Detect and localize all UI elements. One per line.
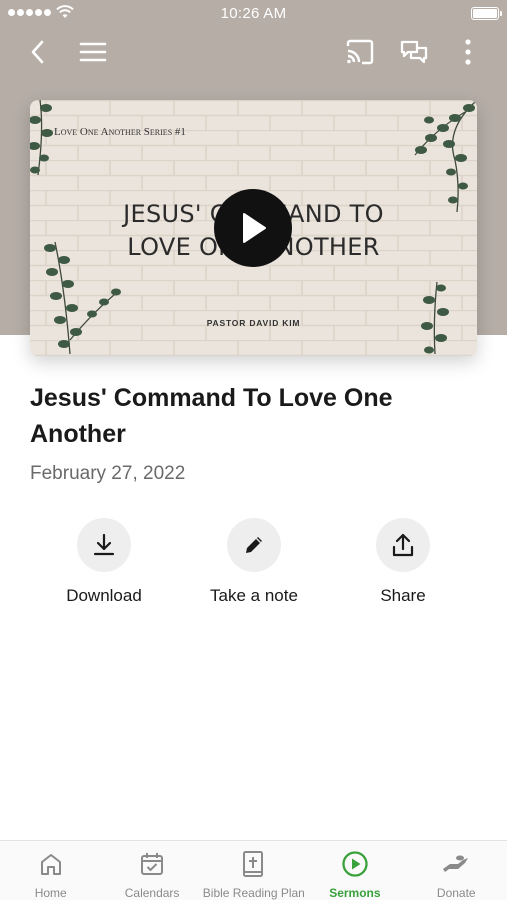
menu-button[interactable] [77, 36, 109, 68]
more-options-button[interactable] [452, 36, 484, 68]
take-note-label: Take a note [210, 586, 298, 605]
more-vertical-icon [465, 39, 471, 65]
eucalyptus-decoration-top-left [30, 100, 53, 176]
video-player[interactable]: Love One Another Series #1 JESUS' COMMAN… [30, 100, 477, 356]
play-circle-icon [342, 851, 368, 877]
tab-bible-reading-plan-label: Bible Reading Plan [202, 886, 305, 900]
tab-donate[interactable]: Donate [406, 841, 507, 900]
battery-icon [471, 7, 502, 20]
home-icon [40, 854, 61, 875]
donate-hand-icon [443, 855, 469, 872]
share-button[interactable]: Share [333, 518, 473, 606]
hamburger-menu-icon [79, 42, 107, 62]
pencil-icon [246, 537, 262, 553]
tab-sermons-label: Sermons [329, 886, 381, 900]
tab-calendars[interactable]: Calendars [101, 841, 202, 900]
tab-home[interactable]: Home [0, 841, 101, 900]
sermon-date: February 27, 2022 [30, 463, 186, 484]
share-label: Share [380, 586, 426, 605]
chat-bubbles-icon [400, 40, 428, 64]
calendar-icon [141, 853, 164, 875]
tab-sermons[interactable]: Sermons [304, 841, 405, 900]
status-bar: 10:26 AM [0, 0, 507, 28]
status-time: 10:26 AM [220, 5, 287, 22]
sermon-title: Jesus' Command To Love One Another [30, 384, 393, 448]
thumbnail-pastor: PASTOR DAVID KIM [206, 318, 301, 328]
cast-icon [346, 39, 374, 65]
download-icon [93, 533, 115, 556]
tab-calendars-label: Calendars [124, 886, 180, 900]
thumbnail-series-label: Love One Another Series #1 [54, 126, 186, 138]
note-icon-circle [227, 518, 281, 572]
back-button[interactable] [22, 36, 54, 68]
bottom-tab-bar: Home Calendars Bible Reading Plan Sermon… [0, 840, 507, 900]
download-button[interactable]: Download [34, 518, 174, 606]
play-button[interactable] [214, 189, 292, 267]
cast-button[interactable] [344, 36, 376, 68]
chevron-left-icon [31, 40, 44, 64]
play-icon [243, 213, 266, 243]
take-note-button[interactable]: Take a note [184, 518, 324, 606]
share-upload-icon [392, 533, 414, 557]
tab-donate-label: Donate [436, 886, 476, 900]
chat-button[interactable] [398, 36, 430, 68]
share-icon-circle [376, 518, 430, 572]
tab-home-label: Home [34, 886, 67, 900]
bible-icon [243, 851, 264, 877]
download-icon-circle [77, 518, 131, 572]
download-label: Download [66, 586, 142, 605]
tab-bible-reading-plan[interactable]: Bible Reading Plan [202, 841, 305, 900]
top-nav-bar [0, 30, 507, 74]
